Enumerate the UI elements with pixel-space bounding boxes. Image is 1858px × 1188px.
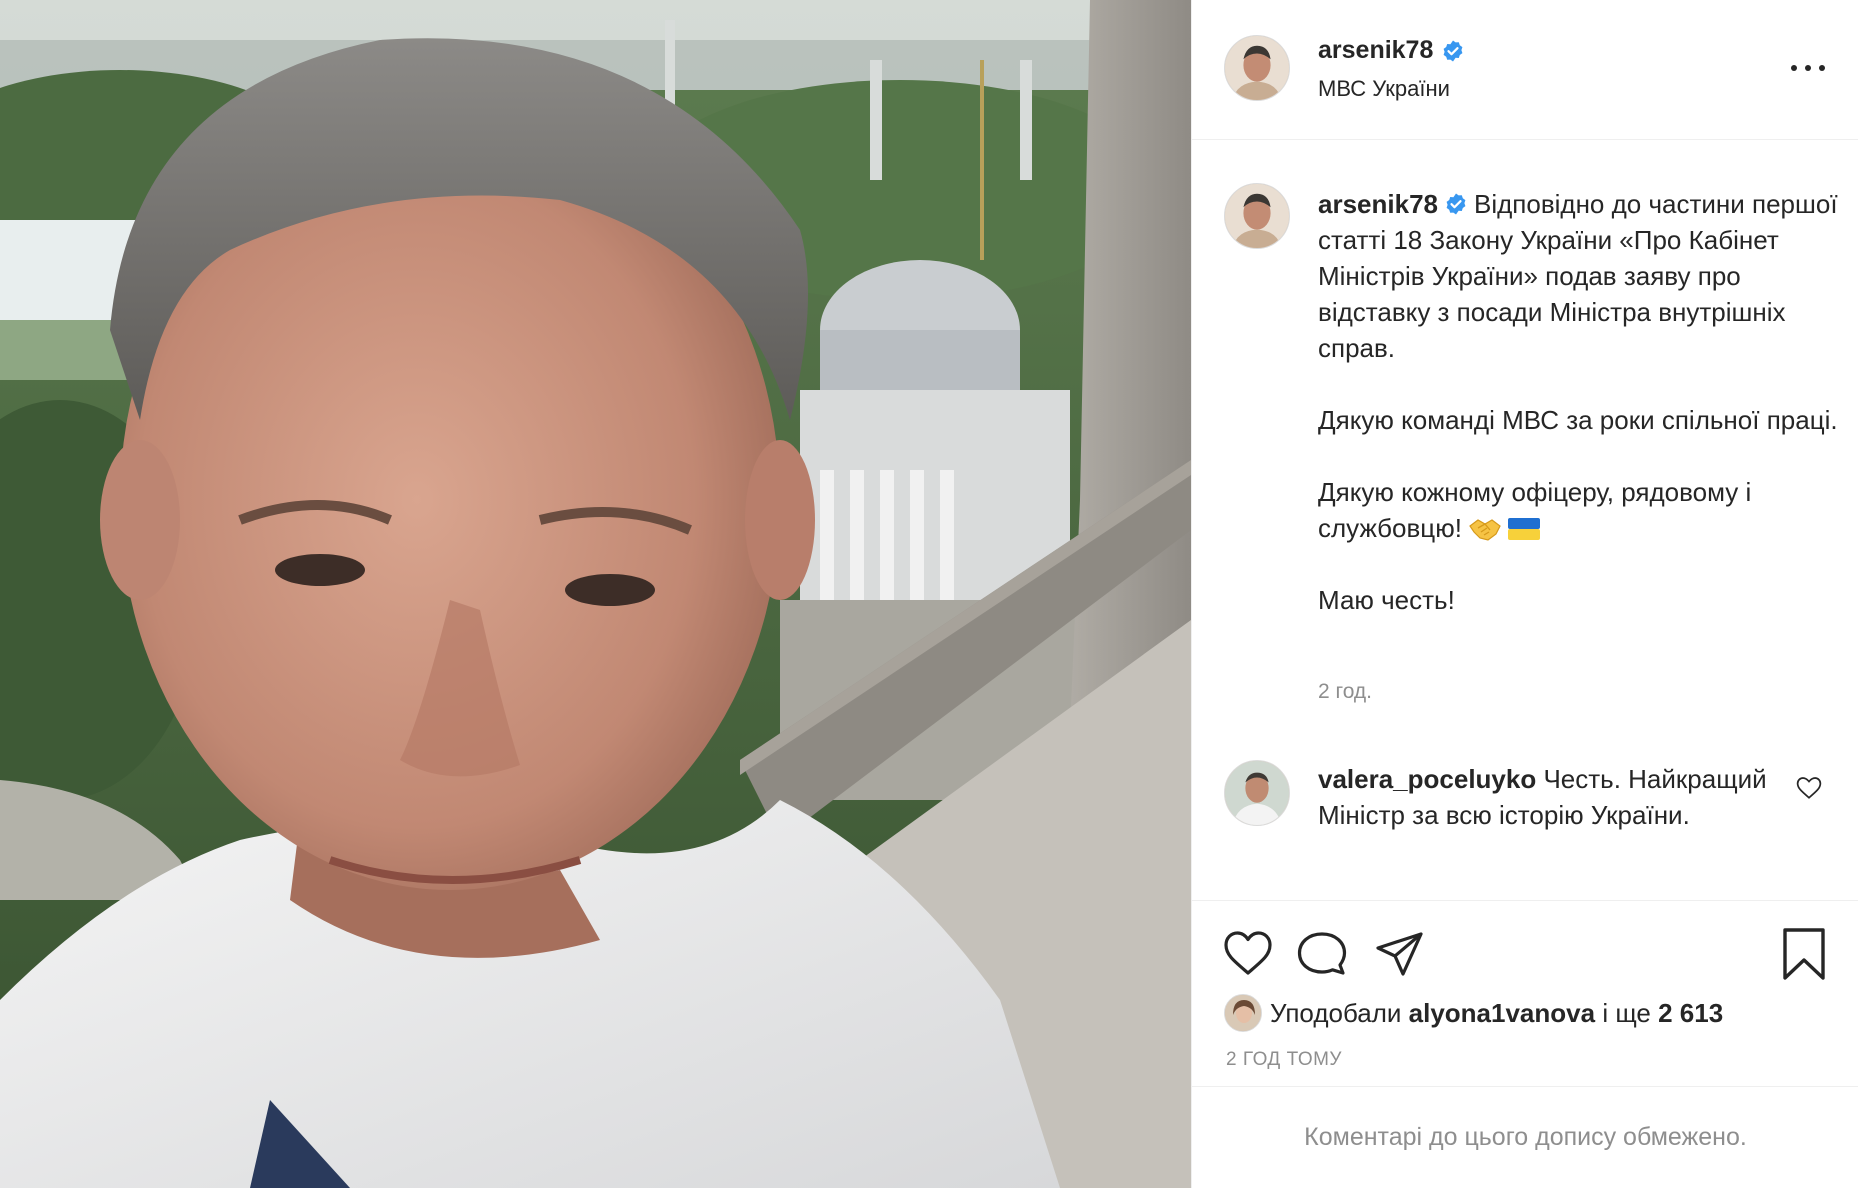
caption-paragraph-2: Дякую команді МВС за роки спільної праці… — [1318, 405, 1838, 435]
ukraine-flag-emoji — [1507, 518, 1540, 540]
author-avatar-image — [1225, 36, 1289, 100]
post-timestamp[interactable]: 2 ГОД ТОМУ — [1226, 1049, 1342, 1071]
likes-summary: Уподобали alyona1vanova і ще 2 613 — [1224, 993, 1723, 1033]
more-dot — [1791, 65, 1797, 71]
post-photo-image — [0, 0, 1191, 1188]
verified-badge-icon — [1443, 40, 1463, 61]
caption-username[interactable]: arsenik78 — [1318, 189, 1438, 219]
comment-like-heart-icon[interactable] — [1796, 776, 1822, 800]
liker-avatar-image — [1225, 995, 1261, 1031]
commenter-username[interactable]: valera_poceluyko — [1318, 764, 1536, 794]
author-username[interactable]: arsenik78 — [1318, 36, 1433, 65]
more-options-icon[interactable] — [1791, 58, 1825, 78]
instagram-post: arsenik78 МВС України arsenik78 Відповід… — [0, 0, 1858, 1188]
comment-icon[interactable] — [1296, 929, 1348, 979]
caption-timestamp[interactable]: 2 год. — [1318, 680, 1372, 704]
bookmark-icon[interactable] — [1781, 927, 1827, 981]
post-header: arsenik78 МВС України — [1192, 0, 1858, 140]
comment: valera_poceluyko Честь. Найкращий Мініст… — [1318, 761, 1778, 833]
likes-count[interactable]: 2 613 — [1658, 998, 1723, 1029]
caption-paragraph-1: arsenik78 Відповідно до частини першої с… — [1318, 186, 1838, 366]
post-photo[interactable] — [0, 0, 1191, 1188]
post-side-panel: arsenik78 МВС України arsenik78 Відповід… — [1191, 0, 1858, 1188]
author-username-row: arsenik78 — [1318, 36, 1465, 65]
likes-prefix: Уподобали — [1270, 997, 1402, 1028]
likes-user[interactable]: alyona1vanova — [1409, 998, 1595, 1029]
post-caption: arsenik78 Відповідно до частини першої с… — [1318, 186, 1838, 618]
caption-paragraph-4: Маю честь! — [1318, 585, 1455, 615]
caption-author-avatar[interactable] — [1224, 183, 1290, 249]
verified-badge-icon — [1446, 193, 1466, 215]
caption-paragraph-3: Дякую кожному офіцеру, рядовому і службо… — [1318, 474, 1838, 546]
post-location[interactable]: МВС України — [1318, 76, 1450, 102]
post-actions: Уподобали alyona1vanova і ще 2 613 2 ГОД… — [1192, 900, 1858, 1086]
more-dot — [1805, 65, 1811, 71]
handshake-emoji — [1469, 519, 1501, 541]
likes-middle: і ще — [1602, 997, 1651, 1028]
share-icon[interactable] — [1374, 929, 1426, 979]
heart-icon[interactable] — [1222, 929, 1274, 979]
caption-author-avatar-image — [1225, 184, 1289, 248]
liker-avatar[interactable] — [1224, 994, 1262, 1032]
comments-limited-notice: Коментарі до цього допису обмежено. — [1192, 1086, 1858, 1188]
author-avatar[interactable] — [1224, 35, 1290, 101]
commenter-avatar[interactable] — [1224, 760, 1290, 826]
commenter-avatar-image — [1225, 761, 1289, 825]
more-dot — [1819, 65, 1825, 71]
